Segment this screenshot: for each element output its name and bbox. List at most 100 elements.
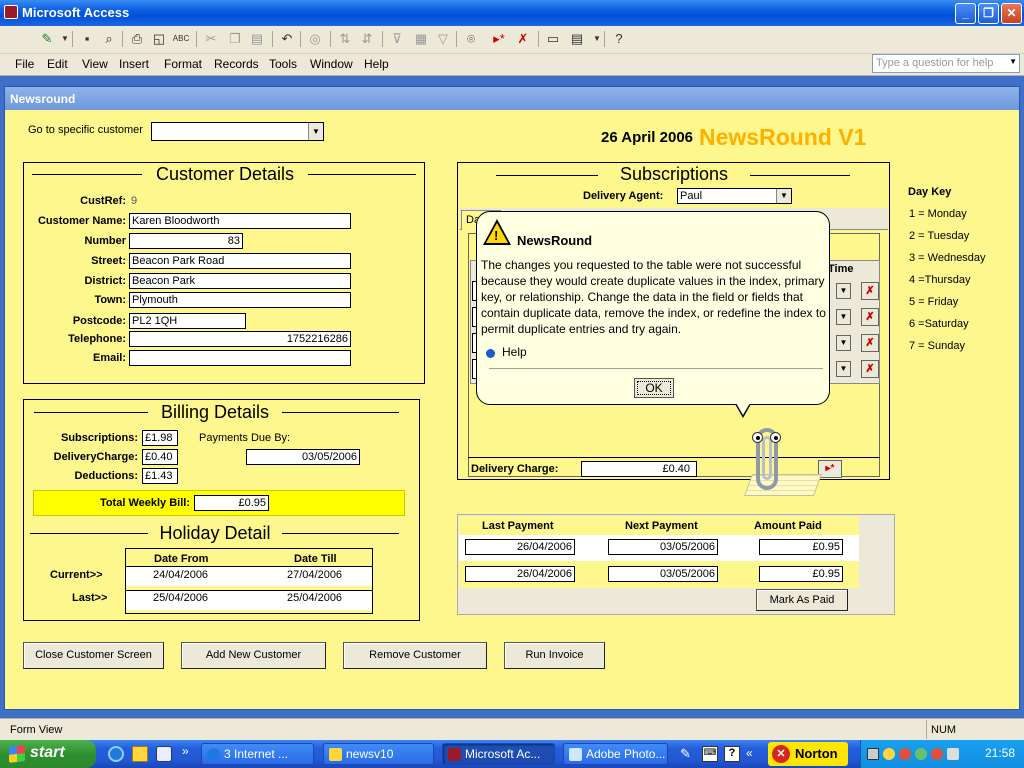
chevron-down-icon[interactable]: ▼: [308, 123, 323, 140]
ok-button[interactable]: OK: [634, 378, 674, 398]
clippy-assistant-icon[interactable]: [722, 424, 823, 498]
last-payment-field[interactable]: 26/04/2006: [465, 566, 575, 582]
ask-question-input[interactable]: Type a question for help ▼: [872, 54, 1020, 73]
chevron-right-icon[interactable]: »: [182, 744, 189, 758]
taskbar-microsoft-access[interactable]: Microsoft Ac...: [442, 743, 555, 765]
telephone-field[interactable]: 1752216286: [129, 331, 351, 347]
menu-records[interactable]: Records: [214, 57, 259, 71]
postcode-field[interactable]: PL2 1QH: [129, 313, 246, 329]
internet-explorer-icon[interactable]: [108, 746, 124, 762]
quick-launch-icon[interactable]: [132, 746, 148, 762]
help-icon[interactable]: ?: [724, 746, 740, 762]
design-view-icon[interactable]: ✎: [38, 30, 56, 48]
hyperlink-icon[interactable]: ◎: [306, 30, 324, 48]
last-payment-field[interactable]: 26/04/2006: [465, 539, 575, 555]
street-field[interactable]: Beacon Park Road: [129, 253, 351, 269]
paste-icon[interactable]: ▤: [248, 30, 266, 48]
filter-by-form-icon[interactable]: ▦: [412, 30, 430, 48]
menu-window[interactable]: Window: [310, 57, 353, 71]
tray-icon[interactable]: [915, 748, 927, 760]
menu-file[interactable]: File: [15, 57, 34, 71]
tray-icon[interactable]: [899, 748, 911, 760]
chevron-down-icon[interactable]: ▼: [836, 283, 851, 299]
amount-paid-field[interactable]: £0.95: [759, 539, 843, 555]
minimize-button[interactable]: _: [955, 3, 976, 24]
menu-tools[interactable]: Tools: [269, 57, 297, 71]
language-bar-icon[interactable]: ⌨: [702, 746, 718, 762]
file-search-icon[interactable]: ⌕: [100, 30, 118, 48]
print-icon[interactable]: ⎙: [128, 30, 146, 48]
date-till-header: Date Till: [294, 553, 337, 565]
menu-insert[interactable]: Insert: [119, 57, 149, 71]
database-window-icon[interactable]: ▭: [544, 30, 562, 48]
norton-button[interactable]: ✕ Norton: [768, 742, 848, 766]
print-preview-icon[interactable]: ◱: [150, 30, 168, 48]
email-field[interactable]: [129, 350, 351, 366]
maximize-button[interactable]: ❐: [978, 3, 999, 24]
tray-icon[interactable]: [931, 748, 943, 760]
last-date-till[interactable]: 25/04/2006: [287, 592, 342, 604]
start-button[interactable]: start: [0, 740, 96, 768]
new-object-icon[interactable]: ▤: [568, 30, 586, 48]
current-date-till[interactable]: 27/04/2006: [287, 569, 342, 581]
next-payment-field[interactable]: 03/05/2006: [608, 539, 718, 555]
chevron-down-icon[interactable]: ▼: [836, 335, 851, 351]
delete-row-icon[interactable]: ✗: [861, 308, 879, 326]
network-icon[interactable]: [867, 748, 879, 760]
chevron-down-icon[interactable]: ▼: [1009, 57, 1017, 66]
close-button[interactable]: ✕: [1001, 3, 1022, 24]
filter-by-selection-icon[interactable]: ⊽: [388, 30, 406, 48]
access-key-icon[interactable]: [4, 5, 18, 19]
spelling-icon[interactable]: ABC: [172, 30, 190, 48]
media-player-icon[interactable]: [156, 746, 172, 762]
next-payment-field[interactable]: 03/05/2006: [608, 566, 718, 582]
chevron-left-icon[interactable]: «: [746, 746, 762, 762]
delete-row-icon[interactable]: ✗: [861, 282, 879, 300]
save-icon[interactable]: ▪: [78, 30, 96, 48]
goto-customer-combo[interactable]: ▼: [151, 122, 324, 141]
sort-descending-icon[interactable]: ⇵: [358, 30, 376, 48]
help-icon[interactable]: ?: [610, 30, 628, 48]
help-option[interactable]: Help: [502, 345, 527, 359]
delete-record-icon[interactable]: ✗: [514, 30, 532, 48]
run-invoice-button[interactable]: Run Invoice: [504, 642, 605, 669]
undo-icon[interactable]: ↶: [278, 30, 296, 48]
tray-icon[interactable]: [883, 748, 895, 760]
delete-row-icon[interactable]: ✗: [861, 334, 879, 352]
sort-ascending-icon[interactable]: ⇅: [336, 30, 354, 48]
close-customer-screen-button[interactable]: Close Customer Screen: [23, 642, 164, 669]
menu-edit[interactable]: Edit: [47, 57, 68, 71]
payments-due-field[interactable]: 03/05/2006: [246, 449, 360, 465]
customer-name-field[interactable]: Karen Bloodworth: [129, 213, 351, 229]
delete-row-icon[interactable]: ✗: [861, 360, 879, 378]
new-record-icon[interactable]: ▸*: [490, 30, 508, 48]
taskbar-newsv10[interactable]: newsv10: [323, 743, 434, 765]
town-field[interactable]: Plymouth: [129, 292, 351, 308]
number-field[interactable]: 83: [129, 233, 243, 249]
num-lock-indicator: NUM: [931, 724, 957, 736]
mark-as-paid-button[interactable]: Mark As Paid: [756, 589, 848, 611]
find-binoculars-icon[interactable]: ⌾: [462, 30, 480, 48]
menu-help[interactable]: Help: [364, 57, 389, 71]
menu-format[interactable]: Format: [164, 57, 202, 71]
amount-paid-field[interactable]: £0.95: [759, 566, 843, 582]
last-date-from[interactable]: 25/04/2006: [153, 592, 208, 604]
pen-icon[interactable]: ✎: [680, 746, 696, 762]
volume-icon[interactable]: [947, 748, 959, 760]
remove-customer-button[interactable]: Remove Customer: [343, 642, 487, 669]
taskbar-adobe-photoshop[interactable]: Adobe Photo...: [563, 743, 668, 765]
taskbar-internet-explorer[interactable]: 3 Internet ...: [201, 743, 314, 765]
menu-view[interactable]: View: [82, 57, 108, 71]
district-field[interactable]: Beacon Park: [129, 273, 351, 289]
add-new-customer-button[interactable]: Add New Customer: [181, 642, 326, 669]
current-date-from[interactable]: 24/04/2006: [153, 569, 208, 581]
delivery-agent-combo[interactable]: Paul ▼: [677, 188, 792, 204]
chevron-down-icon[interactable]: ▼: [836, 309, 851, 325]
cut-icon[interactable]: ✂: [202, 30, 220, 48]
postcode-label: Postcode:: [72, 315, 126, 327]
chevron-down-icon[interactable]: ▼: [836, 361, 851, 377]
copy-icon[interactable]: ❐: [226, 30, 244, 48]
chevron-down-icon[interactable]: ▼: [776, 189, 791, 203]
norton-close-icon[interactable]: ✕: [772, 745, 790, 763]
apply-filter-icon[interactable]: ▽: [434, 30, 452, 48]
